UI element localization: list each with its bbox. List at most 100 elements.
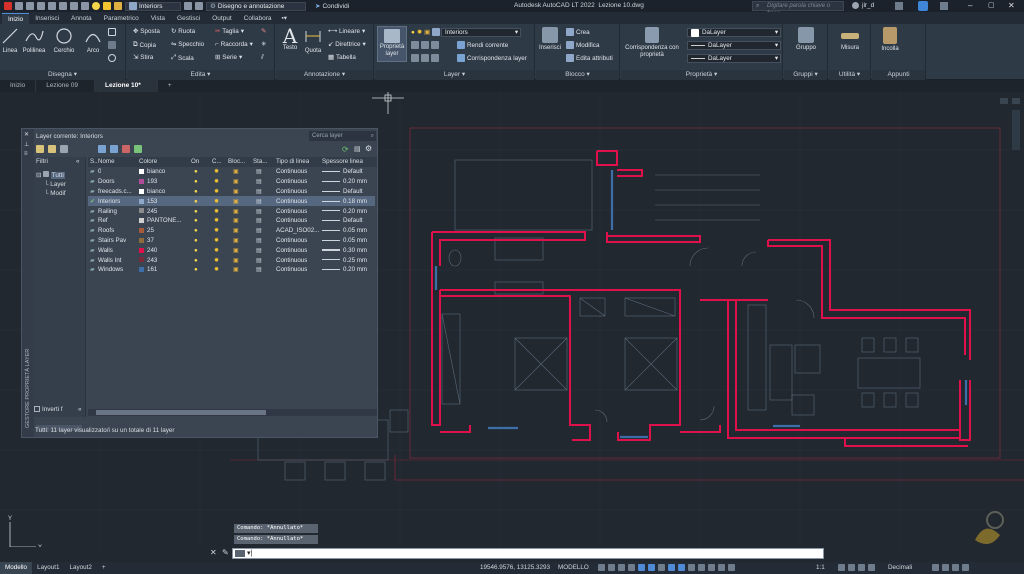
ellipse-tool[interactable] bbox=[108, 54, 116, 62]
layer-color[interactable]: 37 bbox=[139, 237, 154, 244]
ribbon-tab-annota[interactable]: Annota bbox=[65, 13, 98, 24]
corrispondenza-layer-button[interactable]: Corrispondenza layer bbox=[457, 54, 527, 62]
lock-icon[interactable]: ▣ bbox=[233, 237, 239, 244]
filter-all[interactable]: ⊟ Tutti bbox=[36, 171, 65, 179]
tabella-button[interactable]: ▦ Tabella bbox=[328, 54, 356, 61]
command-line-input[interactable]: ▾| bbox=[232, 548, 824, 559]
panel-label-blocco[interactable]: Blocco ▾ bbox=[536, 70, 619, 80]
layer-linetype[interactable]: Continuous bbox=[276, 208, 307, 215]
layer-row[interactable]: ▰ Doors 193 ● ✹ ▣ ▤ Continuous 0.20 mm bbox=[88, 177, 375, 187]
layer-linetype[interactable]: Continuous bbox=[276, 257, 307, 264]
layer-name[interactable]: Ref bbox=[98, 217, 108, 224]
ribbon-tab-vista[interactable]: Vista bbox=[145, 13, 171, 24]
layer-name[interactable]: Interiors bbox=[98, 198, 120, 205]
gruppo-button[interactable]: Gruppo bbox=[786, 27, 826, 52]
printer-icon[interactable]: ▤ bbox=[256, 178, 262, 185]
layer-lineweight[interactable]: 0.20 mm bbox=[322, 178, 367, 185]
erase-tool[interactable]: ✎ bbox=[261, 28, 266, 35]
hatch-tool[interactable] bbox=[108, 41, 116, 49]
rendi-corrente-button[interactable]: Rendi corrente bbox=[457, 41, 508, 49]
layer-lineweight[interactable]: Default bbox=[322, 188, 363, 195]
rectangle-tool[interactable] bbox=[108, 28, 116, 36]
header-lock[interactable]: Bloc... bbox=[228, 158, 245, 165]
clean-screen-icon[interactable] bbox=[951, 564, 959, 571]
header-color[interactable]: Colore bbox=[139, 158, 157, 165]
refresh-icon[interactable]: ⟳ bbox=[342, 145, 349, 154]
panel-label-annotazione[interactable]: Annotazione ▾ bbox=[276, 70, 373, 80]
minimize-icon[interactable]: – bbox=[968, 0, 972, 12]
lock-icon[interactable]: ▣ bbox=[233, 217, 239, 224]
incolla-button[interactable]: Incolla bbox=[876, 27, 904, 53]
save-icon[interactable] bbox=[37, 2, 45, 10]
layer-name[interactable]: Roofs bbox=[98, 227, 114, 234]
lock-icon[interactable]: ▣ bbox=[233, 257, 239, 264]
layer-linetype[interactable]: Continuous bbox=[276, 266, 307, 273]
layer-row[interactable]: ▰ Stairs Pav 37 ● ✹ ▣ ▤ Continuous 0.05 mm bbox=[88, 236, 375, 246]
lock-icon[interactable]: ▣ bbox=[233, 266, 239, 273]
taglia-button[interactable]: ✂ Taglia ▾ bbox=[215, 28, 244, 35]
specchio-button[interactable]: ⇋ Specchio bbox=[171, 41, 204, 48]
direttrice-button[interactable]: ↙ Direttrice ▾ bbox=[328, 41, 366, 48]
lineweight-icon[interactable] bbox=[687, 564, 695, 571]
new-group-filter-icon[interactable] bbox=[48, 145, 56, 153]
layer-color[interactable]: 153 bbox=[139, 198, 157, 205]
close-icon[interactable]: ✕ bbox=[210, 548, 217, 557]
layer-name[interactable]: Railing bbox=[98, 208, 117, 215]
panel-label-gruppi[interactable]: Gruppi ▾ bbox=[784, 70, 827, 80]
selection-cycling-icon[interactable] bbox=[707, 564, 715, 571]
layer-lineweight[interactable]: 0.05 mm bbox=[322, 237, 367, 244]
save-as-icon[interactable] bbox=[48, 2, 56, 10]
lock-icon[interactable]: ▣ bbox=[233, 178, 239, 185]
ribbon-tab-inizio[interactable]: Inizio bbox=[2, 13, 30, 24]
doc-tab-lezione-09[interactable]: Lezione 09 bbox=[36, 80, 95, 92]
doc-tab-inizio[interactable]: Inizio bbox=[0, 80, 37, 92]
share-button[interactable]: ➤ Condividi bbox=[315, 2, 349, 11]
doc-tab-lezione-10[interactable]: Lezione 10* bbox=[95, 80, 158, 92]
close-icon[interactable]: ✕ bbox=[1008, 0, 1015, 12]
layer-color[interactable]: 243 bbox=[139, 257, 157, 264]
a360-icon[interactable] bbox=[918, 1, 928, 11]
printer-icon[interactable]: ▤ bbox=[256, 247, 262, 254]
snap-icon[interactable] bbox=[607, 564, 615, 571]
ribbon-tab-parametrico[interactable]: Parametrico bbox=[98, 13, 145, 24]
transparency-icon[interactable] bbox=[697, 564, 705, 571]
layer-row[interactable]: ▰ Roofs 25 ● ✹ ▣ ▤ ACAD_ISO02... 0.05 mm bbox=[88, 226, 375, 236]
layer-name[interactable]: Windows bbox=[98, 266, 123, 273]
layer-linetype[interactable]: ACAD_ISO02... bbox=[276, 227, 319, 234]
polar-icon[interactable] bbox=[647, 564, 655, 571]
panel-label-utilita[interactable]: Utilità ▾ bbox=[829, 70, 870, 80]
customization-icon[interactable] bbox=[961, 564, 969, 571]
ribbon-tab-collabora[interactable]: Collabora bbox=[238, 13, 278, 24]
bulb-icon[interactable]: ● bbox=[194, 237, 198, 244]
layer-lineweight[interactable]: Default bbox=[322, 217, 363, 224]
layer-lineweight[interactable]: 0.25 mm bbox=[322, 257, 367, 264]
layer-row[interactable]: ▰ Walls Int 243 ● ✹ ▣ ▤ Continuous 0.25 mm bbox=[88, 255, 375, 265]
layer-name[interactable]: Walls Int bbox=[98, 257, 122, 264]
table-hscrollbar[interactable] bbox=[96, 410, 266, 415]
bulb-icon[interactable]: ● bbox=[194, 168, 198, 175]
dynamic-input-icon[interactable] bbox=[627, 564, 635, 571]
layer-row[interactable]: ▰ 0 bianco ● ✹ ▣ ▤ Continuous Default bbox=[88, 167, 375, 177]
app-menu-icon[interactable] bbox=[4, 2, 12, 10]
set-current-icon[interactable] bbox=[134, 145, 142, 153]
edita-attributi-button[interactable]: Edita attributi bbox=[566, 54, 613, 62]
quick-properties-icon[interactable] bbox=[931, 564, 939, 571]
header-freeze[interactable]: C... bbox=[212, 158, 222, 165]
close-icon[interactable]: ✕ bbox=[24, 131, 29, 138]
corrispondenza-proprieta-button[interactable]: Corrispondenza con proprietà bbox=[625, 27, 679, 59]
isodraft-icon[interactable] bbox=[657, 564, 665, 571]
lock-ui-icon[interactable] bbox=[941, 564, 949, 571]
printer-icon[interactable]: ▤ bbox=[256, 198, 262, 205]
printer-icon[interactable]: ▤ bbox=[256, 208, 262, 215]
sun-icon[interactable]: ✹ bbox=[214, 208, 219, 215]
pin-icon[interactable]: ⊥ bbox=[24, 141, 29, 148]
linetype-dropdown[interactable]: DaLayer ▾ bbox=[687, 41, 781, 50]
settings-icon[interactable]: ▤ bbox=[354, 145, 361, 153]
bulb-icon[interactable]: ● bbox=[194, 257, 198, 264]
layer-lineweight[interactable]: Default bbox=[322, 168, 363, 175]
header-plot[interactable]: Sta... bbox=[253, 158, 267, 165]
user-avatar[interactable] bbox=[852, 2, 859, 9]
printer-icon[interactable]: ▤ bbox=[256, 217, 262, 224]
layer-on-icon[interactable] bbox=[92, 2, 100, 10]
sun-icon[interactable]: ✹ bbox=[214, 257, 219, 264]
